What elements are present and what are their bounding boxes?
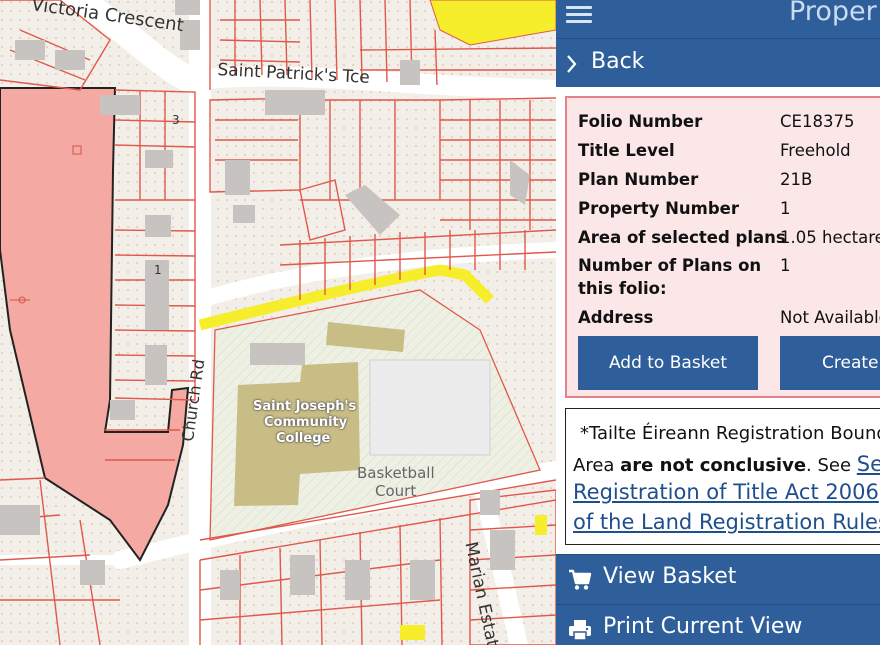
back-button[interactable]: Back xyxy=(556,38,880,87)
view-basket-button[interactable]: View Basket xyxy=(556,554,880,604)
shopping-cart-icon xyxy=(569,569,592,590)
area-label-basketball: Basketball xyxy=(357,464,435,482)
building xyxy=(250,343,305,365)
printer-icon xyxy=(569,620,591,641)
disclaimer-line-2: Area are not conclusive. See Sectio xyxy=(573,452,880,476)
print-current-view-button[interactable]: Print Current View xyxy=(556,604,880,645)
disclaimer-line-3: Registration of Title Act 2006 an xyxy=(573,480,880,504)
house-number-3: 3 xyxy=(172,113,180,127)
basketball-court xyxy=(369,359,491,456)
folio-info-box: Folio Number CE18375 Title Level Freehol… xyxy=(565,96,880,398)
create-button[interactable]: Create A xyxy=(780,336,880,390)
building-label-college: College xyxy=(276,431,331,446)
chevron-right-icon xyxy=(567,55,577,73)
view-basket-label: View Basket xyxy=(603,564,737,589)
panel-header: Proper xyxy=(556,0,880,38)
map-view[interactable]: Victoria Crescent Saint Patrick's Tce Ch… xyxy=(0,0,556,645)
hamburger-menu-icon[interactable] xyxy=(566,2,592,24)
registration-of-title-act-link[interactable]: Registration of Title Act 2006 xyxy=(573,480,879,504)
building-label-community: Community xyxy=(264,415,348,430)
property-panel: Proper Back Folio Number CE18375 Title L… xyxy=(556,0,880,645)
panel-title: Proper xyxy=(789,0,877,27)
area-label-court: Court xyxy=(375,482,417,500)
registration-disclaimer: *Tailte Éireann Registration Boundar Are… xyxy=(565,408,880,545)
back-label: Back xyxy=(591,49,645,74)
section-link[interactable]: Sectio xyxy=(857,452,880,476)
building-label-saint-josephs: Saint Joseph's xyxy=(253,399,357,414)
disclaimer-line-1: *Tailte Éireann Registration Boundar xyxy=(580,423,880,444)
land-registration-rules-link[interactable]: of the Land Registration Rules 2 xyxy=(573,510,880,534)
house-number-1: 1 xyxy=(154,263,162,277)
print-current-view-label: Print Current View xyxy=(603,614,803,639)
add-to-basket-button[interactable]: Add to Basket xyxy=(578,336,758,390)
disclaimer-line-4: of the Land Registration Rules 2 xyxy=(573,510,880,534)
